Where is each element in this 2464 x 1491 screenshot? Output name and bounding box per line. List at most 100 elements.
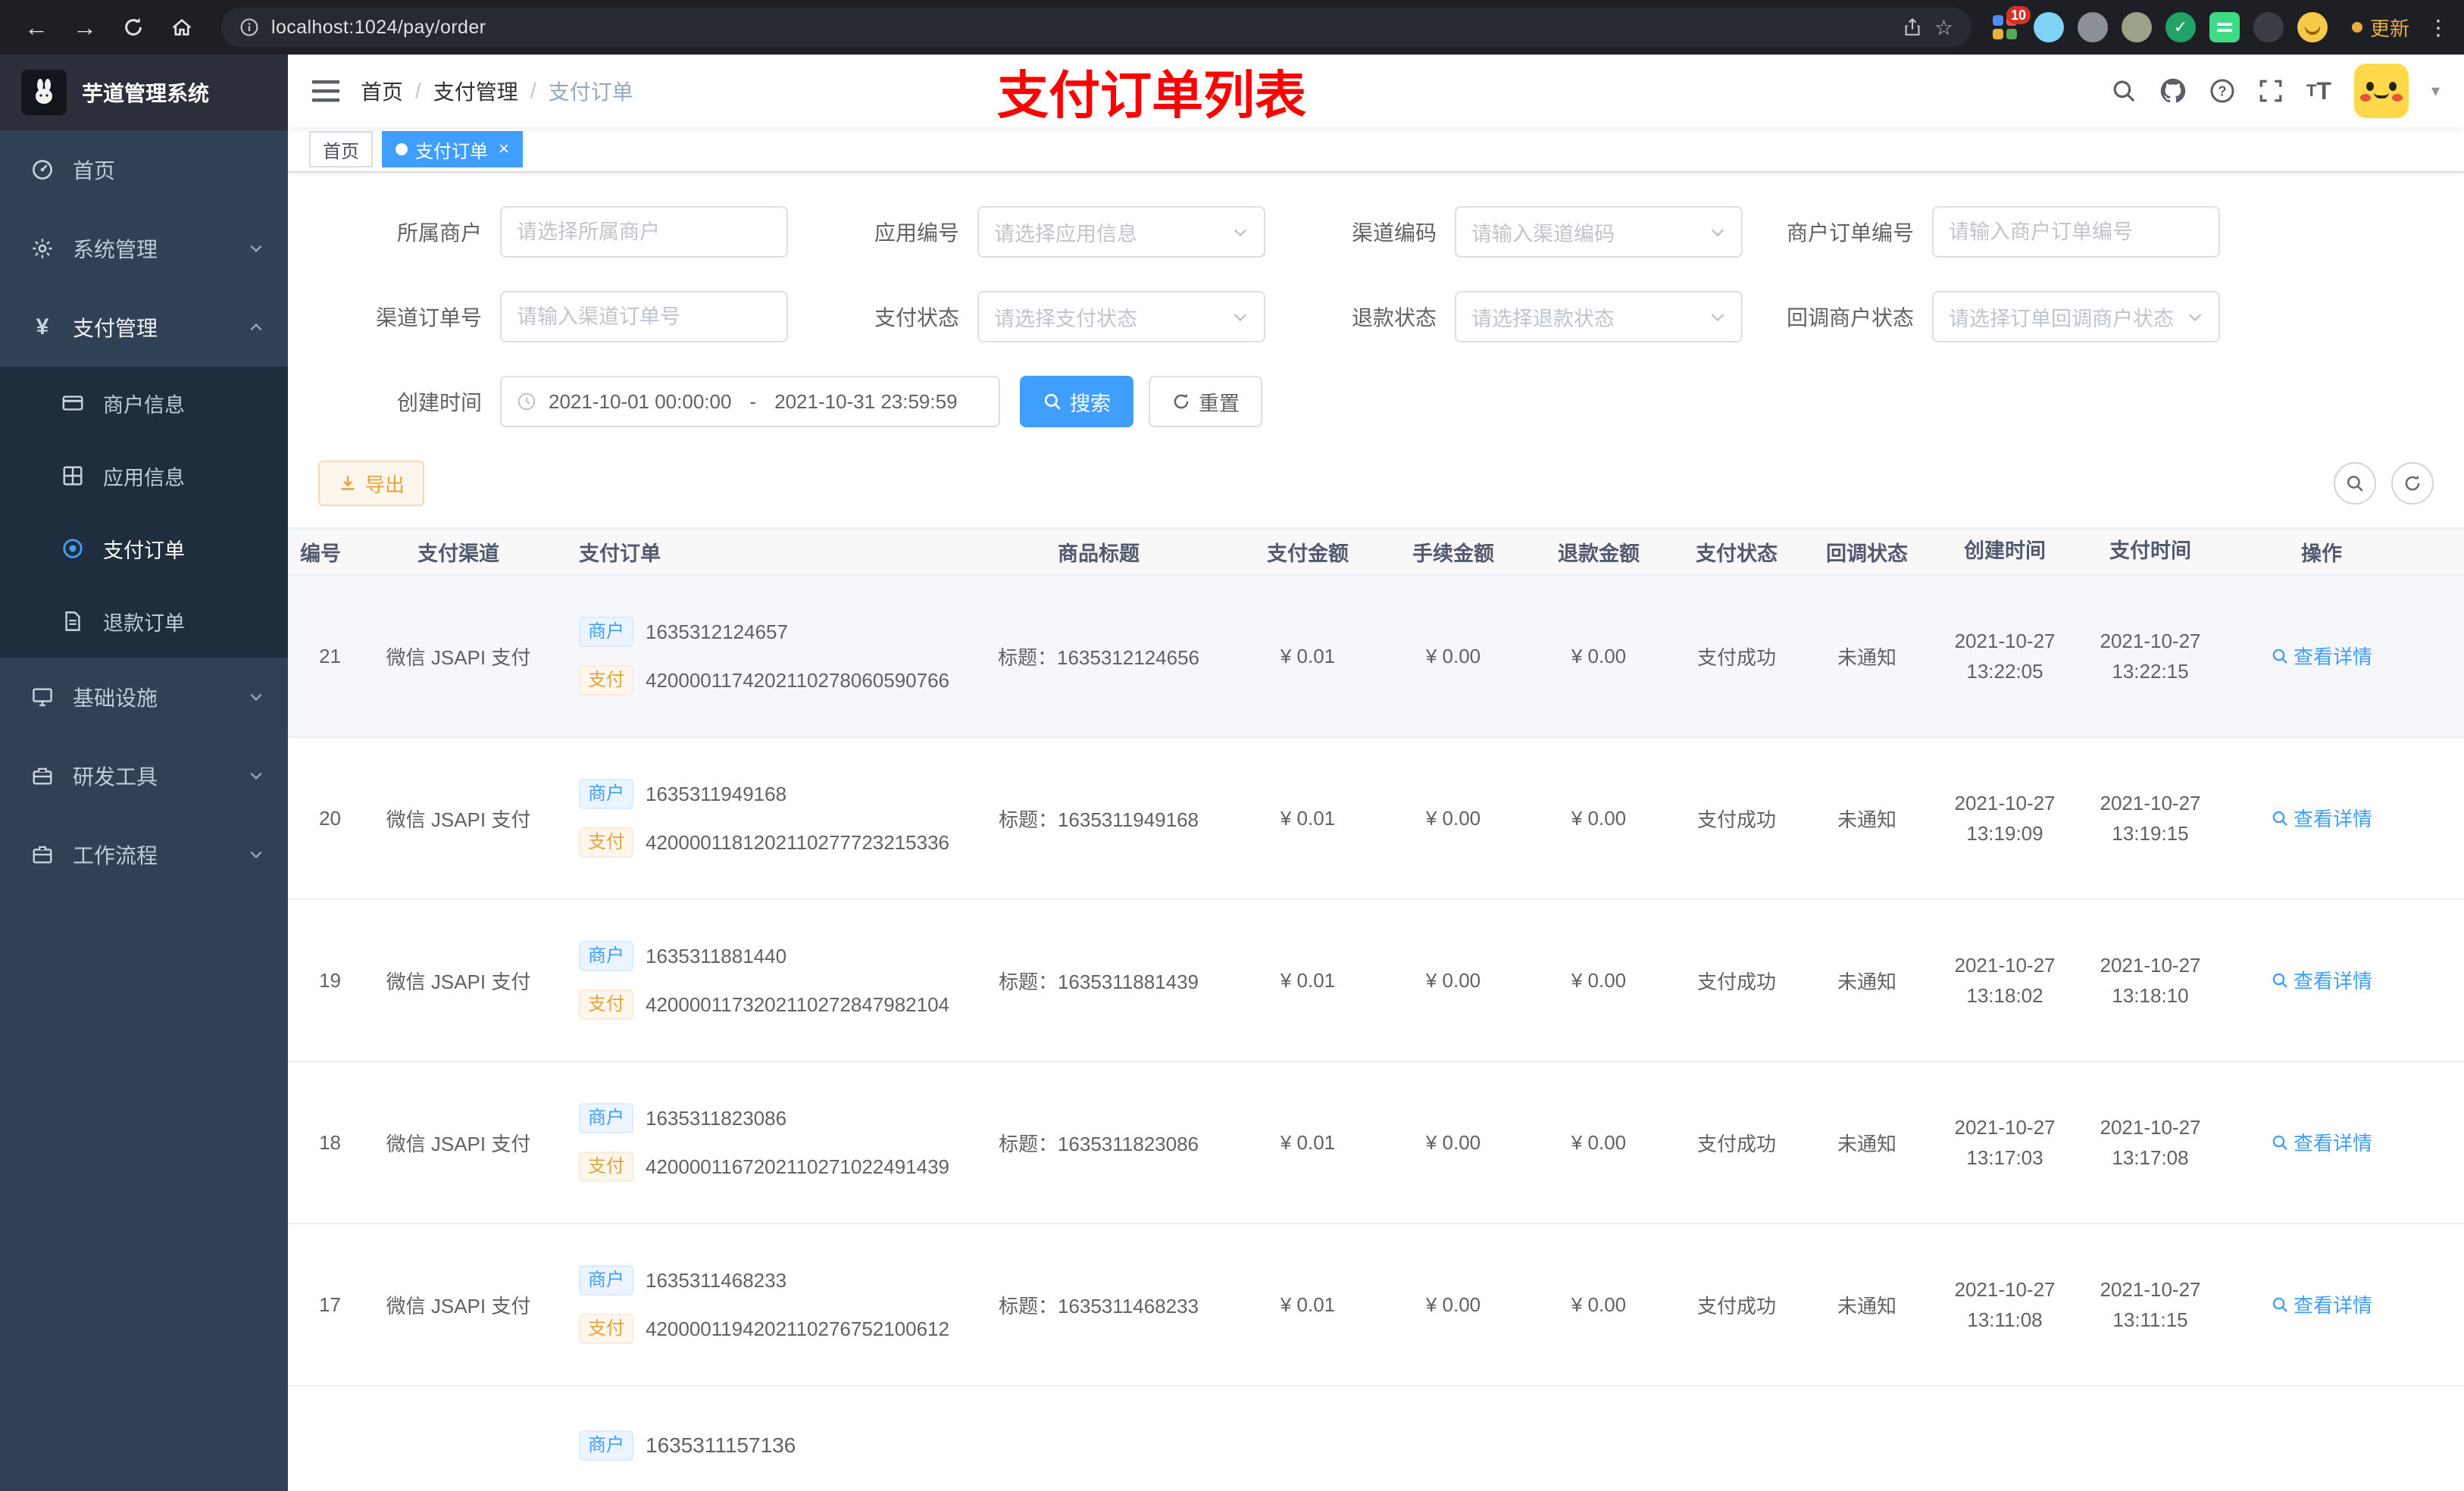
tag-home[interactable]: 首页 — [309, 131, 373, 167]
close-icon[interactable]: × — [496, 140, 509, 158]
merchant-order-no: 1635312124657 — [646, 620, 788, 643]
pay-order-no: 4200001194202110276752100612 — [646, 1317, 950, 1340]
page-title: 支付订单列表 — [997, 67, 1307, 125]
sidebar-item-payment[interactable]: ¥ 支付管理 — [0, 288, 288, 367]
cell-title: 标题：1635311823086 — [998, 1132, 1199, 1155]
app-select[interactable]: 请选择应用信息 — [977, 206, 1265, 258]
fullscreen-icon[interactable] — [2258, 78, 2284, 104]
export-button[interactable]: 导出 — [318, 461, 425, 506]
search-button[interactable]: 搜索 — [1020, 376, 1134, 427]
app-title: 芋道管理系统 — [82, 82, 210, 105]
refund-status-select[interactable]: 请选择退款状态 — [1455, 291, 1743, 342]
address-bar[interactable]: localhost:1024/pay/order ☆ — [221, 8, 1972, 47]
date-start[interactable]: 2021-10-01 00:00:00 — [549, 390, 731, 414]
merchant-select[interactable] — [500, 206, 788, 258]
channel-order-no-input[interactable] — [517, 305, 771, 329]
sidebar-item-label: 商户信息 — [103, 393, 185, 417]
chevron-down-icon — [249, 241, 264, 256]
chevron-down-icon — [2187, 308, 2203, 325]
browser-update-button[interactable]: 更新 — [2340, 14, 2422, 42]
target-icon — [61, 536, 85, 561]
cell-notify-status: 未通知 — [1837, 970, 1896, 993]
sidebar-item-devtools[interactable]: 研发工具 — [0, 736, 288, 815]
browser-back-button[interactable]: ← — [15, 6, 58, 48]
extension-emoji-icon[interactable] — [2297, 12, 2328, 42]
pay-status-select[interactable]: 请选择支付状态 — [977, 291, 1265, 342]
view-detail-link[interactable]: 查看详情 — [2271, 966, 2372, 994]
browser-menu-button[interactable]: ⋮ — [2428, 15, 2449, 40]
header-pay-status: 支付状态 — [1696, 542, 1778, 565]
share-icon[interactable] — [1903, 17, 1922, 37]
tag-pay-order[interactable]: 支付订单 × — [382, 131, 524, 167]
cell-create-time: 2021-10-27 13:17:03 — [1954, 1115, 2056, 1169]
orders-table: 编号 支付渠道 支付订单 商品标题 支付金额 手续金额 退款金额 支付状态 回调… — [288, 527, 2464, 1491]
breadcrumb-home[interactable]: 首页 — [361, 76, 403, 106]
sidebar-item-infra[interactable]: 基础设施 — [0, 658, 288, 736]
merchant-order-no-input[interactable] — [1949, 220, 2203, 244]
breadcrumb-separator: / — [415, 79, 421, 102]
sidebar-item-merchant-info[interactable]: 商户信息 — [0, 367, 288, 439]
extension-olive-icon[interactable] — [2121, 12, 2152, 42]
view-detail-link[interactable]: 查看详情 — [2271, 804, 2372, 832]
view-detail-link[interactable]: 查看详情 — [2271, 642, 2372, 670]
sidebar-item-label: 工作流程 — [73, 844, 158, 867]
site-info-icon[interactable] — [239, 17, 259, 37]
extension-chat-icon[interactable] — [2209, 12, 2240, 42]
table-header: 编号 支付渠道 支付订单 商品标题 支付金额 手续金额 退款金额 支付状态 回调… — [288, 527, 2464, 576]
github-icon[interactable] — [2159, 77, 2187, 105]
toggle-search-button[interactable] — [2334, 462, 2376, 505]
browser-forward-button[interactable]: → — [64, 6, 106, 48]
filter-label-refund-status: 退款状态 — [1351, 306, 1437, 330]
breadcrumb-payment[interactable]: 支付管理 — [433, 76, 518, 106]
help-icon[interactable]: ? — [2209, 78, 2235, 104]
cell-notify-status: 未通知 — [1837, 1294, 1896, 1318]
extension-check-icon[interactable]: ✓ — [2165, 12, 2196, 42]
tags-view: 首页 支付订单 × — [288, 127, 2464, 173]
url-text[interactable]: localhost:1024/pay/order — [271, 17, 486, 39]
channel-order-no-field[interactable] — [500, 291, 788, 342]
sidebar-item-system[interactable]: 系统管理 — [0, 209, 288, 288]
sidebar-logo[interactable]: 芋道管理系统 — [0, 55, 288, 130]
extension-gray-icon[interactable] — [2077, 12, 2108, 42]
sidebar-item-pay-order[interactable]: 支付订单 — [0, 512, 288, 585]
sidebar-item-workflow[interactable]: 工作流程 — [0, 815, 288, 894]
avatar[interactable] — [2353, 64, 2409, 118]
sidebar-item-refund-order[interactable]: 退款订单 — [0, 585, 288, 658]
caret-down-icon[interactable]: ▾ — [2431, 81, 2440, 101]
sidebar-item-app-info[interactable]: 应用信息 — [0, 439, 288, 512]
extension-pin-icon[interactable] — [2253, 12, 2284, 42]
active-dot-icon — [396, 143, 408, 155]
hamburger-icon[interactable] — [312, 79, 339, 103]
browser-reload-button[interactable] — [112, 6, 155, 48]
view-detail-link[interactable]: 查看详情 — [2271, 1290, 2372, 1318]
merchant-order-no-field[interactable] — [1932, 206, 2220, 258]
date-separator: - — [749, 389, 757, 413]
chevron-down-icon — [249, 689, 264, 705]
extension-grid-icon[interactable]: 10 — [1990, 6, 2031, 42]
refresh-table-button[interactable] — [2391, 462, 2434, 505]
select-placeholder: 请输入渠道编码 — [1471, 222, 1615, 245]
cell-fee-amount: ¥ 0.00 — [1425, 644, 1481, 667]
extension-drop-icon[interactable] — [2033, 12, 2064, 42]
reset-button[interactable]: 重置 — [1149, 376, 1262, 427]
merchant-input[interactable] — [517, 220, 771, 244]
cell-id: 18 — [319, 1130, 341, 1154]
font-size-icon[interactable]: TT — [2306, 77, 2331, 105]
sidebar-item-home[interactable]: 首页 — [0, 130, 288, 209]
export-button-label: 导出 — [365, 473, 405, 496]
bookmark-star-icon[interactable]: ☆ — [1934, 15, 1953, 40]
browser-home-button[interactable] — [161, 6, 203, 48]
gear-icon — [30, 236, 55, 261]
sidebar-item-label: 支付管理 — [73, 317, 158, 340]
cell-refund-amount: ¥ 0.00 — [1571, 644, 1627, 667]
tag-label: 首页 — [323, 141, 359, 162]
date-range-picker[interactable]: 2021-10-01 00:00:00 - 2021-10-31 23:59:5… — [500, 376, 1000, 427]
search-icon[interactable] — [2111, 78, 2137, 104]
date-end[interactable]: 2021-10-31 23:59:59 — [774, 390, 957, 414]
notify-status-select[interactable]: 请选择订单回调商户状态 — [1932, 291, 2220, 342]
yen-icon: ¥ — [36, 314, 49, 339]
cell-title: 标题：1635311949168 — [998, 808, 1199, 831]
channel-code-select[interactable]: 请输入渠道编码 — [1455, 206, 1743, 258]
view-detail-link[interactable]: 查看详情 — [2271, 1128, 2372, 1156]
cell-pay-amount: ¥ 0.01 — [1280, 1130, 1336, 1154]
